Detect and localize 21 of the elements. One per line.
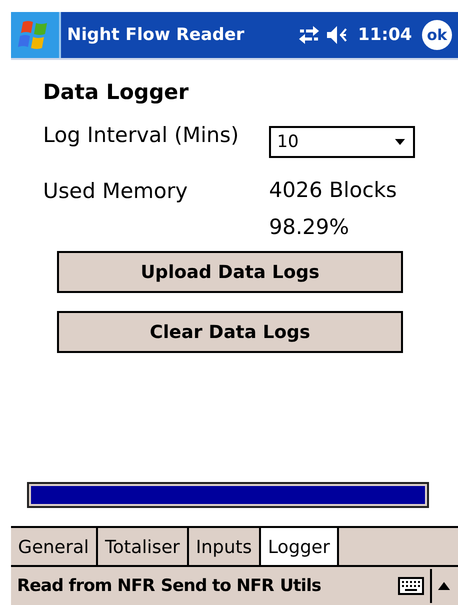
menu-item[interactable]: Read from NFR [17, 576, 155, 596]
log-interval-label: Log Interval (Mins) [43, 122, 240, 149]
dropdown-arrow-icon [395, 139, 405, 145]
tab[interactable]: Logger [260, 528, 339, 565]
action-button[interactable]: Upload Data Logs [57, 251, 403, 294]
connectivity-icon[interactable] [298, 25, 320, 45]
window-title: Night Flow Reader [67, 25, 246, 45]
start-button[interactable] [11, 12, 61, 58]
section-heading: Data Logger [43, 80, 190, 104]
keyboard-icon[interactable] [398, 577, 424, 595]
up-arrow-icon[interactable] [438, 582, 450, 590]
speaker-icon[interactable] [326, 25, 348, 45]
log-interval-dropdown[interactable]: 10 [269, 126, 415, 158]
menu-item[interactable]: Utils [280, 576, 322, 596]
used-memory-blocks: 4026 Blocks [269, 178, 397, 206]
used-memory-label: Used Memory [43, 178, 189, 205]
action-button[interactable]: Clear Data Logs [57, 311, 403, 354]
ok-button[interactable]: ok [422, 20, 452, 50]
menu-item[interactable]: Send to NFR [160, 576, 274, 596]
used-memory-percent: 98.29% [269, 215, 350, 240]
clock-time[interactable]: 11:04 [358, 25, 412, 45]
